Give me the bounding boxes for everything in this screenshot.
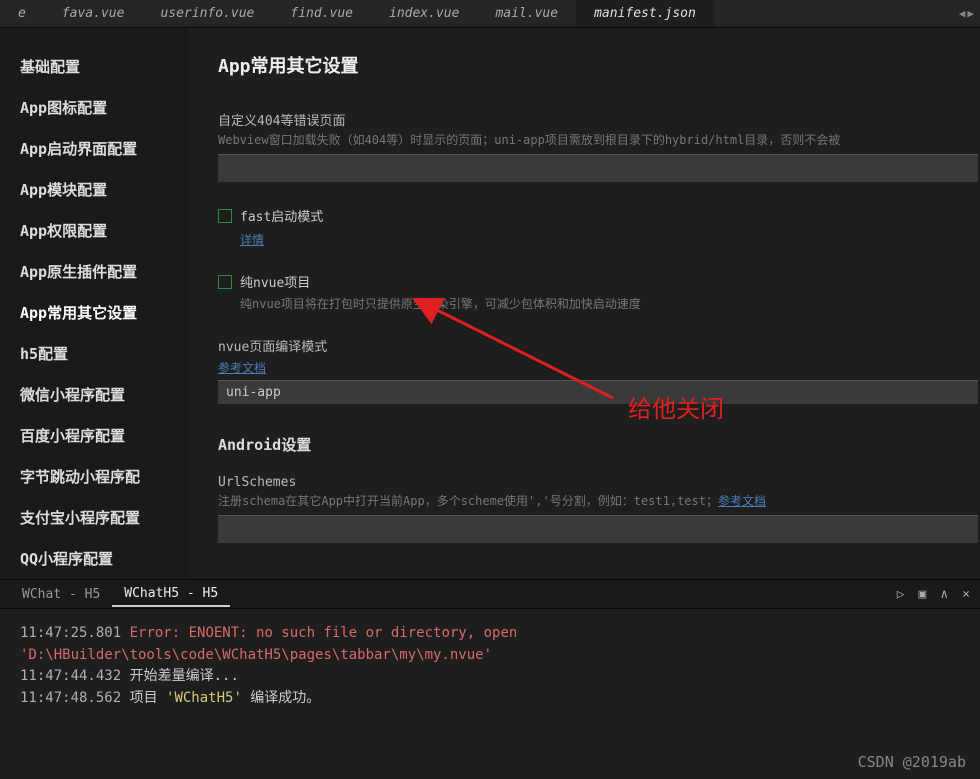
tab-next-icon[interactable]: ▶ [967,7,974,20]
sidebar-item-alipay[interactable]: 支付宝小程序配置 [0,497,188,538]
tab-index[interactable]: index.vue [371,0,477,27]
sidebar-item-splash[interactable]: App启动界面配置 [0,128,188,169]
urlschemes-label: UrlSchemes [218,475,980,490]
main-area: 基础配置 App图标配置 App启动界面配置 App模块配置 App权限配置 A… [0,28,980,579]
tab-fava[interactable]: fava.vue [44,0,143,27]
console-line-2: 11:47:44.432 开始差量编译... [20,666,960,688]
compile-label: nvue页面编译模式 [218,336,980,355]
sidebar-item-module[interactable]: App模块配置 [0,169,188,210]
sidebar-item-h5[interactable]: h5配置 [0,333,188,374]
console-tab-wchat[interactable]: WChat - H5 [10,583,112,606]
sidebar-item-wechat[interactable]: 微信小程序配置 [0,374,188,415]
sidebar-item-other[interactable]: App常用其它设置 [0,292,188,333]
console-run-icon[interactable]: ▷ [897,587,905,602]
console-stop-icon[interactable]: ▣ [919,587,927,602]
nvue-row: 纯nvue项目 [218,272,980,291]
console-tab-wchath5[interactable]: WChatH5 - H5 [112,582,230,607]
sidebar-item-permission[interactable]: App权限配置 [0,210,188,251]
page-title: App常用其它设置 [218,52,980,78]
tab-prev-icon[interactable]: ◀ [959,7,966,20]
tab-userinfo[interactable]: userinfo.vue [142,0,272,27]
nvue-checkbox[interactable] [218,275,232,289]
compile-link[interactable]: 参考文档 [218,361,266,375]
tab-e[interactable]: e [0,0,44,27]
console-line-3: 11:47:48.562 项目 'WChatH5' 编译成功。 [20,688,960,710]
sidebar-item-bytedance[interactable]: 字节跳动小程序配 [0,456,188,497]
watermark: CSDN @2019ab [858,753,966,771]
console-tabs: WChat - H5 WChatH5 - H5 ▷ ▣ ∧ ⨯ [0,579,980,609]
compile-select[interactable]: uni-app [218,380,978,404]
sidebar-item-icon[interactable]: App图标配置 [0,87,188,128]
fast-label: fast启动模式 [240,206,323,225]
tab-find[interactable]: find.vue [272,0,371,27]
console-line-1: 11:47:25.801 Error: ENOENT: no such file… [20,623,960,666]
console-close-icon[interactable]: ⨯ [962,587,970,602]
annotation-text: 给他关闭 [628,389,724,424]
error404-desc: Webview窗口加载失败（如404等）时显示的页面；uni-app项目需放到根… [218,131,980,148]
console-actions: ▷ ▣ ∧ ⨯ [897,587,970,602]
tab-mail[interactable]: mail.vue [477,0,576,27]
sidebar-item-basic[interactable]: 基础配置 [0,46,188,87]
config-sidebar: 基础配置 App图标配置 App启动界面配置 App模块配置 App权限配置 A… [0,28,188,579]
urlschemes-link[interactable]: 参考文档 [718,494,766,508]
sidebar-item-qq[interactable]: QQ小程序配置 [0,538,188,579]
nvue-label: 纯nvue项目 [240,272,310,291]
urlschemes-input[interactable] [218,515,978,543]
error404-input[interactable] [218,154,978,182]
editor-tabs: e fava.vue userinfo.vue find.vue index.v… [0,0,980,28]
tab-manifest[interactable]: manifest.json [576,0,714,27]
fast-row: fast启动模式 [218,206,980,225]
tab-scroll-arrows: ◀ ▶ [953,0,980,27]
android-title: Android设置 [218,434,980,455]
sidebar-item-plugin[interactable]: App原生插件配置 [0,251,188,292]
content-panel: App常用其它设置 自定义404等错误页面 Webview窗口加载失败（如404… [188,28,980,579]
fast-link[interactable]: 详情 [240,233,264,247]
nvue-desc: 纯nvue项目将在打包时只提供原生渲染引擎，可减少包体积和加快启动速度 [240,295,980,312]
sidebar-item-baidu[interactable]: 百度小程序配置 [0,415,188,456]
error404-label: 自定义404等错误页面 [218,110,980,129]
console-output: 11:47:25.801 Error: ENOENT: no such file… [0,609,980,749]
fast-checkbox[interactable] [218,209,232,223]
console-expand-icon[interactable]: ∧ [940,587,948,602]
urlschemes-desc: 注册schema在其它App中打开当前App，多个scheme使用','号分割，… [218,492,980,509]
